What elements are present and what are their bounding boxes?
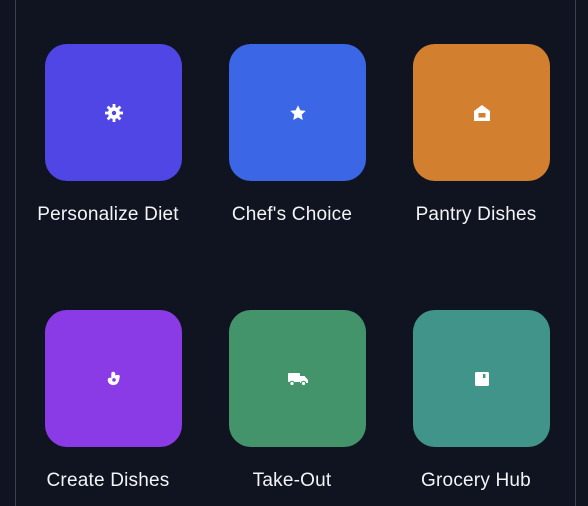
tile-pantry-dishes[interactable]: Pantry Dishes xyxy=(384,0,568,230)
tile-chefs-choice[interactable]: Chef's Choice xyxy=(200,0,384,230)
tile-create-dishes-box[interactable] xyxy=(45,310,182,447)
app-frame: Personalize Diet Chef's Choice Pantry Di… xyxy=(0,0,588,506)
tile-create-dishes-label: Create Dishes xyxy=(46,470,170,491)
tile-take-out-label: Take-Out xyxy=(252,470,332,491)
tile-grocery-hub[interactable]: Grocery Hub xyxy=(384,266,568,496)
tile-pantry-dishes-label: Pantry Dishes xyxy=(415,204,537,225)
tile-take-out-box[interactable] xyxy=(229,310,366,447)
gear-icon xyxy=(104,103,124,123)
truck-icon xyxy=(287,371,309,387)
tile-grocery-hub-box[interactable] xyxy=(413,310,550,447)
tile-create-dishes[interactable]: Create Dishes xyxy=(16,266,200,496)
tile-chefs-choice-box[interactable] xyxy=(229,44,366,181)
tile-personalize-diet[interactable]: Personalize Diet xyxy=(16,0,200,230)
home-icon xyxy=(472,104,492,122)
feature-grid: Personalize Diet Chef's Choice Pantry Di… xyxy=(16,0,575,506)
tile-grocery-hub-label: Grocery Hub xyxy=(421,470,531,491)
hand-icon xyxy=(105,370,123,388)
tile-personalize-diet-label: Personalize Diet xyxy=(37,204,179,225)
tile-chefs-choice-label: Chef's Choice xyxy=(231,204,353,225)
tile-personalize-diet-box[interactable] xyxy=(45,44,182,181)
tile-take-out[interactable]: Take-Out xyxy=(200,266,384,496)
store-icon xyxy=(474,371,490,387)
star-icon xyxy=(289,104,307,122)
tile-pantry-dishes-box[interactable] xyxy=(413,44,550,181)
frame-border-right xyxy=(575,0,576,506)
